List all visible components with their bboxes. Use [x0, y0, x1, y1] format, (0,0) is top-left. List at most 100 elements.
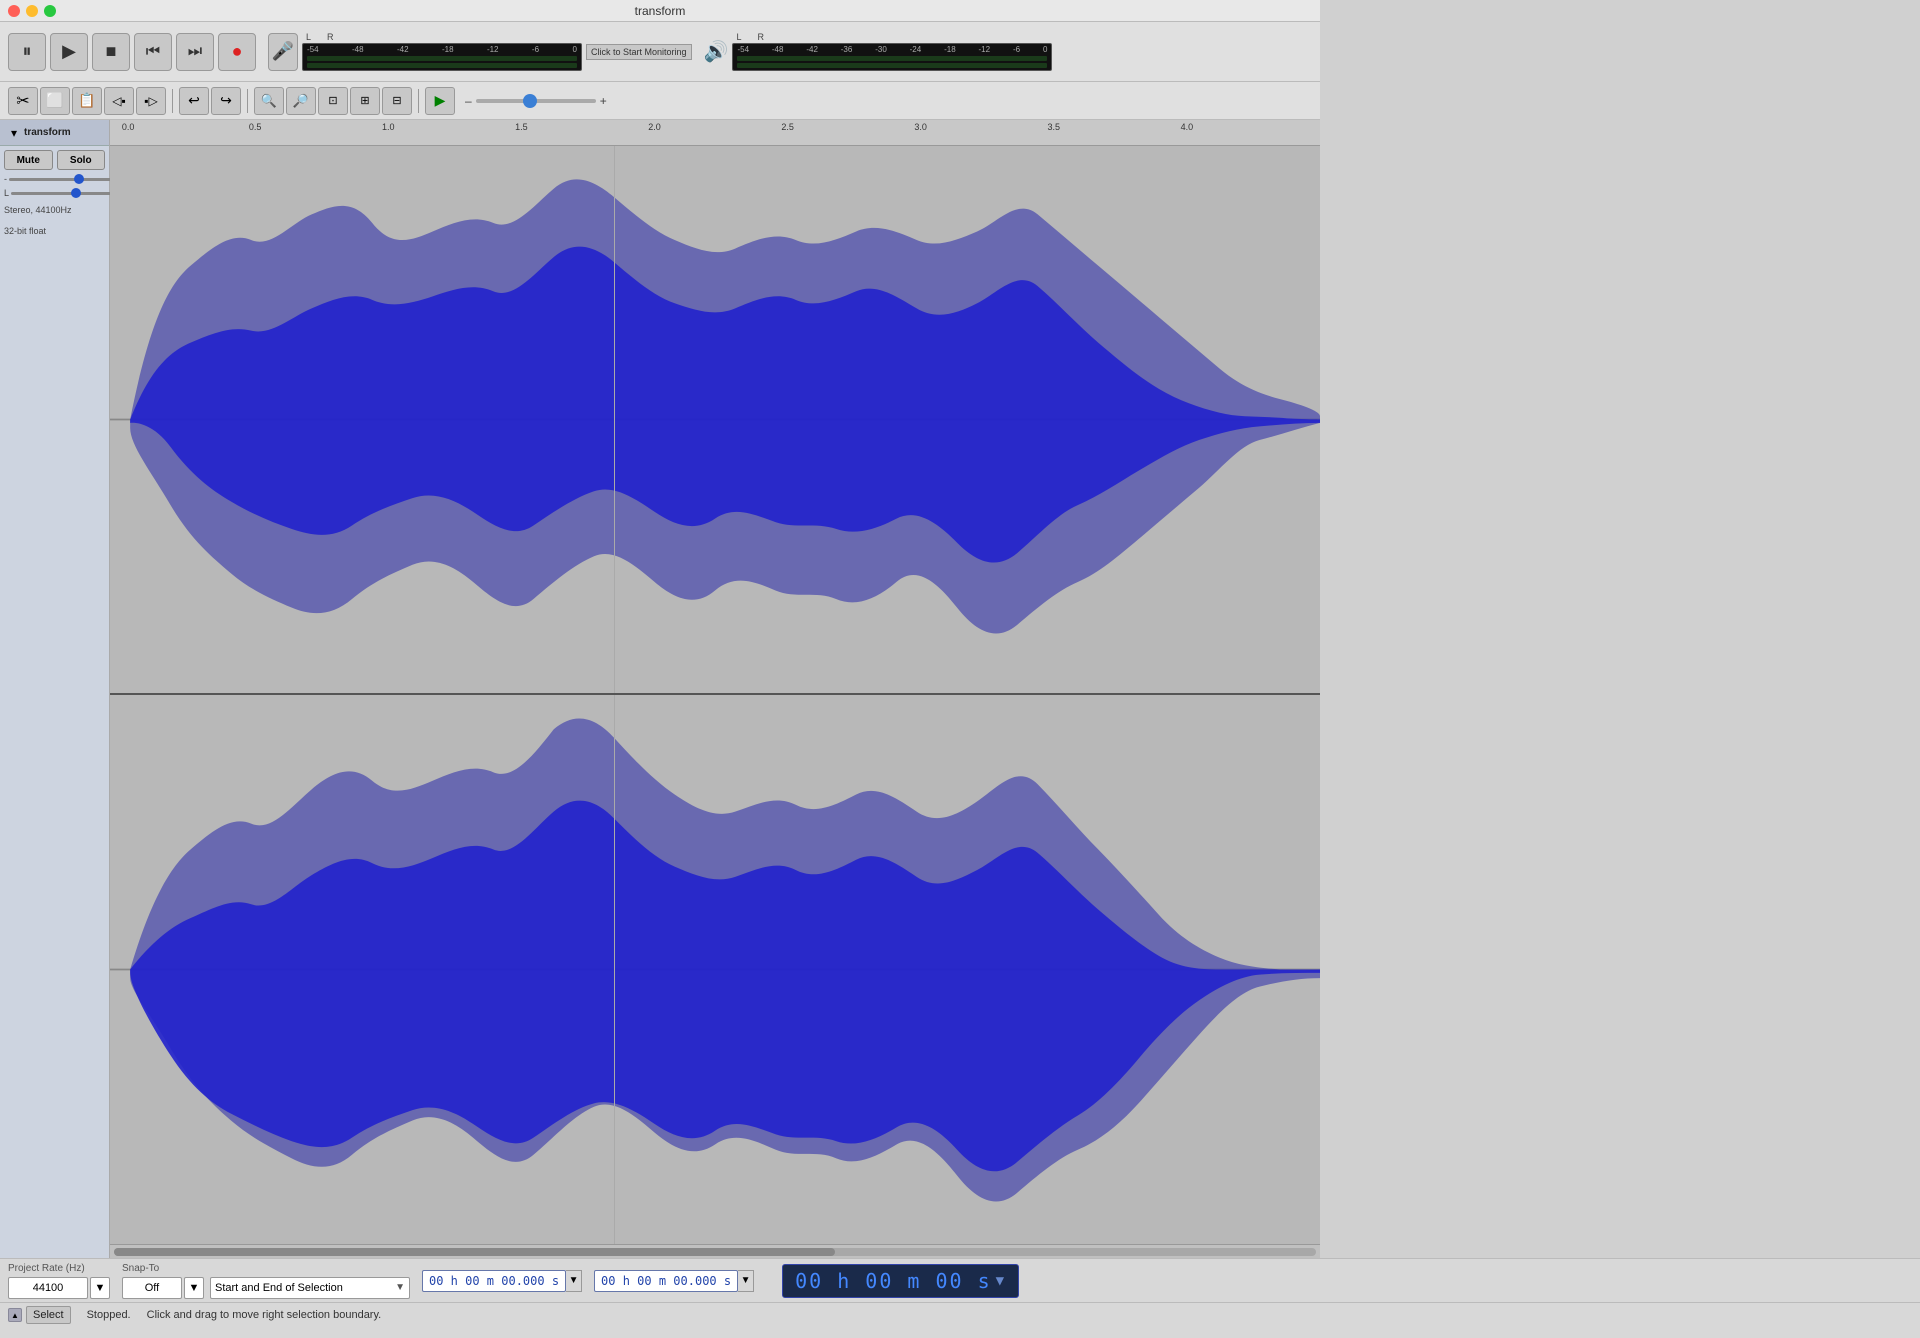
- selection-start-group: 00 h 00 m 00.000 s ▼: [422, 1270, 582, 1292]
- meter-scale-0: 0: [572, 45, 576, 54]
- track-sidebar: ▾ transform Mute Solo - + L: [0, 120, 110, 1258]
- mute-button[interactable]: Mute: [4, 150, 53, 170]
- paste-button[interactable]: 📋: [72, 87, 102, 115]
- zoom-out-button[interactable]: 🔎: [286, 87, 316, 115]
- stop-button[interactable]: ■: [92, 33, 130, 71]
- gain-row: - +: [4, 174, 105, 184]
- tick-3.5: 3.5: [1048, 122, 1061, 132]
- waveform-canvas[interactable]: 1.0 0.5- 0.0 -0.5 -1.0: [110, 146, 1320, 1244]
- zoom-minus-label: –: [465, 94, 472, 108]
- select-button[interactable]: Select: [26, 1306, 71, 1324]
- selection-end-display[interactable]: 00 h 00 m 00.000 s: [594, 1270, 738, 1292]
- play-at-cursor-button[interactable]: ▶: [425, 87, 455, 115]
- help-text: Click and drag to move right selection b…: [147, 1309, 382, 1321]
- tools-separator-1: [172, 89, 173, 113]
- timeline-ruler: 0.0 0.5 1.0 1.5 2.0 2.5 3.0 3.5 4.0: [110, 120, 1320, 146]
- scrollbar-thumb[interactable]: [114, 1248, 835, 1256]
- out-scale-18: -18: [944, 45, 956, 54]
- large-time-display: 00 h 00 m 00 s ▼: [782, 1264, 1019, 1298]
- transport-bar: ⏸ ▶ ■ ⏮ ⏭ ● 🎤 L R -54 -48 -42 -18 -12 -6…: [0, 22, 1320, 82]
- zoom-fit2-button[interactable]: ⊞: [350, 87, 380, 115]
- start-monitoring-button[interactable]: Click to Start Monitoring: [586, 44, 692, 60]
- statusbar-controls: Project Rate (Hz) ▼ Snap-To ▼ Start and …: [0, 1259, 1920, 1303]
- statusbar-bottom: ▲ Select Stopped. Click and drag to move…: [0, 1303, 1920, 1327]
- out-scale-30: -30: [875, 45, 887, 54]
- snap-to-select[interactable]: Start and End of Selection ▼: [210, 1277, 410, 1299]
- track-name: transform: [24, 127, 71, 138]
- waveform-svg-top: [110, 146, 1320, 693]
- horizontal-scrollbar[interactable]: [110, 1244, 1320, 1258]
- waveform-area: 0.0 0.5 1.0 1.5 2.0 2.5 3.0 3.5 4.0 1.0: [110, 120, 1320, 1258]
- undo-button[interactable]: ↩: [179, 87, 209, 115]
- record-button[interactable]: ●: [218, 33, 256, 71]
- trim-right-button[interactable]: ▪▷: [136, 87, 166, 115]
- mic-button[interactable]: 🎤: [268, 33, 298, 71]
- input-lr-label: L: [306, 32, 311, 42]
- copy-button[interactable]: ⬜: [40, 87, 70, 115]
- speaker-icon[interactable]: 🔊: [704, 39, 729, 64]
- meter-scale-42: -42: [397, 45, 409, 54]
- timeline-ruler-inner: 0.0 0.5 1.0 1.5 2.0 2.5 3.0 3.5 4.0: [110, 120, 1320, 145]
- project-rate-dropdown[interactable]: ▼: [90, 1277, 110, 1299]
- zoom-vert-button[interactable]: ⊟: [382, 87, 412, 115]
- zoom-in-button[interactable]: 🔍: [254, 87, 284, 115]
- main-content: ▾ transform Mute Solo - + L: [0, 120, 1320, 1258]
- selection-end-dropdown[interactable]: ▼: [738, 1270, 754, 1292]
- pan-l: L: [4, 188, 9, 198]
- waveform-svg-bottom: [110, 695, 1320, 1244]
- tick-0.5: 0.5: [249, 122, 262, 132]
- redo-button[interactable]: ↪: [211, 87, 241, 115]
- snap-to-control: ▼ Start and End of Selection ▼: [122, 1277, 410, 1299]
- track-header: ▾ transform: [0, 120, 109, 146]
- selection-start-display[interactable]: 00 h 00 m 00.000 s: [422, 1270, 566, 1292]
- skip-back-button[interactable]: ⏮: [134, 33, 172, 71]
- out-scale-42: -42: [806, 45, 818, 54]
- zoom-plus-label: +: [600, 94, 607, 108]
- tools-separator-3: [418, 89, 419, 113]
- track-arrow[interactable]: ▾: [4, 123, 24, 143]
- trim-left-button[interactable]: ◁▪: [104, 87, 134, 115]
- zoom-slider[interactable]: [476, 99, 596, 103]
- tick-2.5: 2.5: [781, 122, 794, 132]
- close-button[interactable]: [8, 5, 20, 17]
- waveform-top: 1.0 0.5- 0.0 -0.5 -1.0: [110, 146, 1320, 695]
- gain-minus: -: [4, 174, 7, 184]
- maximize-button[interactable]: [44, 5, 56, 17]
- waveform-bottom: 1.0 0.5- 0.0 -0.5 -1.0: [110, 695, 1320, 1244]
- tick-4.0: 4.0: [1181, 122, 1194, 132]
- large-time-dropdown[interactable]: ▼: [996, 1273, 1006, 1289]
- meter-scale-12: -12: [487, 45, 499, 54]
- output-r-label: R: [757, 32, 764, 42]
- minimize-button[interactable]: [26, 5, 38, 17]
- track-expand-button[interactable]: ▲: [8, 1308, 22, 1322]
- tick-1.0: 1.0: [382, 122, 395, 132]
- selection-start-dropdown[interactable]: ▼: [566, 1270, 582, 1292]
- pan-row: L R: [4, 188, 105, 198]
- input-meter-l: [307, 56, 577, 61]
- cut-button[interactable]: ✂: [8, 87, 38, 115]
- snap-to-off-input[interactable]: [122, 1277, 182, 1299]
- skip-forward-button[interactable]: ⏭: [176, 33, 214, 71]
- snap-to-group: Snap-To ▼ Start and End of Selection ▼: [122, 1263, 410, 1299]
- track-format: Stereo, 44100Hz: [4, 202, 105, 219]
- tools-bar: ✂ ⬜ 📋 ◁▪ ▪▷ ↩ ↪ 🔍 🔎 ⊡ ⊞ ⊟ ▶ – +: [0, 82, 1320, 120]
- zoom-fit-button[interactable]: ⊡: [318, 87, 348, 115]
- project-rate-input[interactable]: [8, 1277, 88, 1299]
- tick-0.0: 0.0: [122, 122, 135, 132]
- output-meter-r: [737, 63, 1047, 68]
- play-button[interactable]: ▶: [50, 33, 88, 71]
- tick-2.0: 2.0: [648, 122, 661, 132]
- meter-scale-18: -18: [442, 45, 454, 54]
- meter-scale-48: -48: [352, 45, 364, 54]
- scrollbar-track[interactable]: [114, 1248, 1316, 1256]
- selection-end-group: 00 h 00 m 00.000 s ▼: [594, 1270, 754, 1292]
- out-scale-6: -6: [1013, 45, 1020, 54]
- snap-to-off-dropdown[interactable]: ▼: [184, 1277, 204, 1299]
- output-meter-l: [737, 56, 1047, 61]
- pause-button[interactable]: ⏸: [8, 33, 46, 71]
- window-controls: [8, 5, 56, 17]
- track-controls: Mute Solo - + L R Stereo, 44100Hz 32-bit…: [0, 146, 109, 243]
- input-meter-r: [307, 63, 577, 68]
- solo-button[interactable]: Solo: [57, 150, 106, 170]
- output-lr-label: L: [736, 32, 741, 42]
